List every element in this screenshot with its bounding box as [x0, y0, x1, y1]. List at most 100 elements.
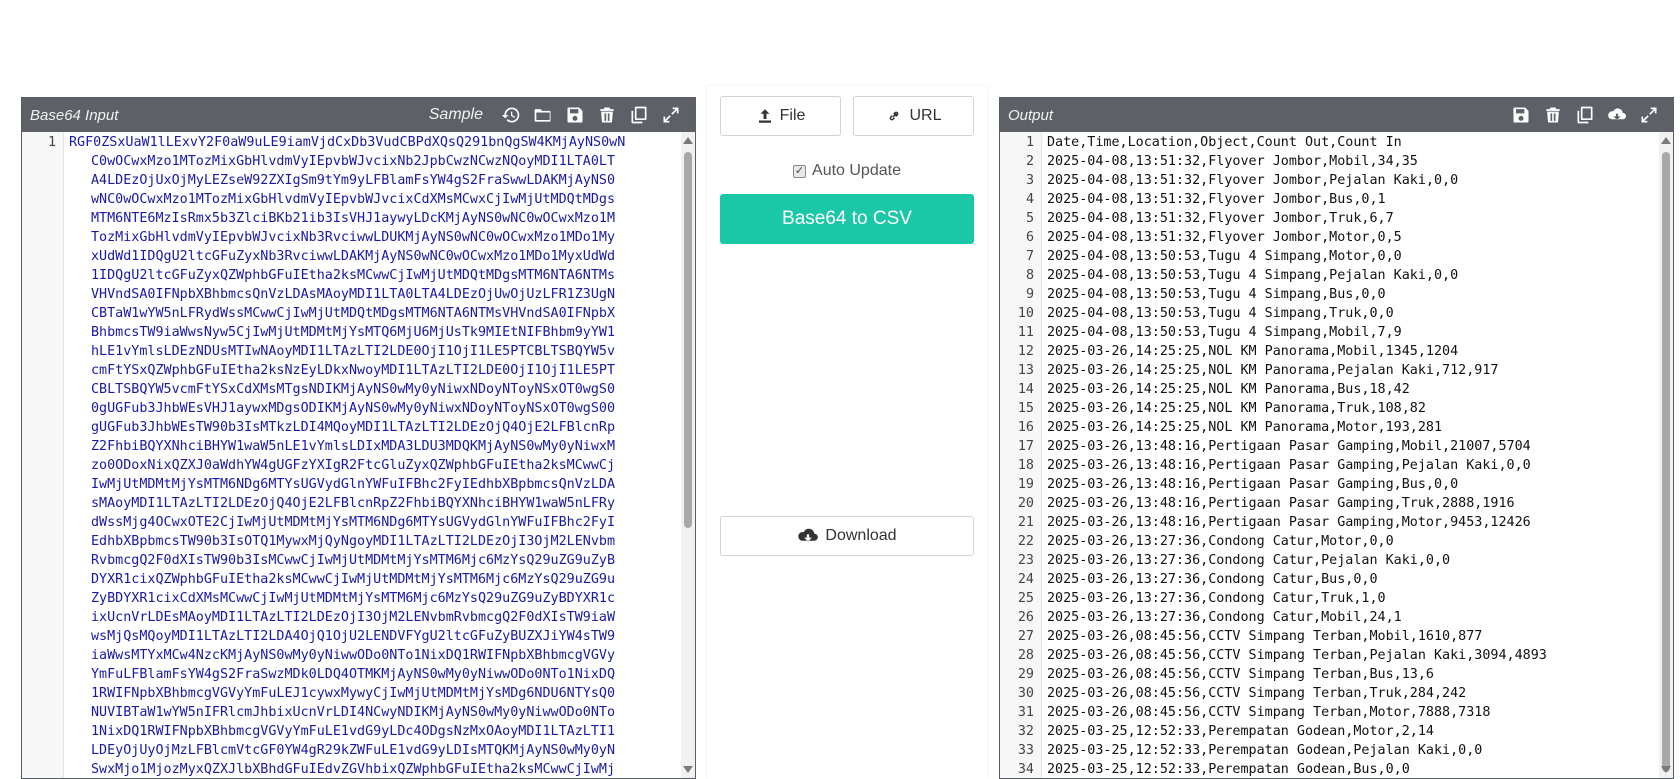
code-line: wNC0wOCwxMzo1MTozMixGbHlvdmVyIEpvbWJvcix… [91, 192, 616, 207]
line-number: 28 [1017, 648, 1034, 663]
line-number: 25 [1017, 591, 1034, 606]
csv-text-area[interactable]: Date,Time,Location,Object,Count Out,Coun… [1042, 132, 1659, 778]
csv-output-editor[interactable]: 1 2 3 4 5 6 7 8 9 10 11 12 13 14 15 16 17 18 19 20 21 22 23 24 2… [1000, 132, 1673, 778]
csv-line: 2025-03-26,13:48:16,Pertigaan Pasar Gamp… [1047, 477, 1459, 492]
code-line: RGF0ZSxUaW1lLExvY2F0aW9uLE9iamVjdCxDb3Vu… [69, 135, 626, 150]
line-number: 1 [1025, 135, 1034, 150]
save-icon[interactable] [1505, 100, 1537, 130]
line-number: 8 [1025, 268, 1034, 283]
input-scrollbar[interactable] [681, 132, 695, 778]
scroll-up-arrow[interactable] [1661, 137, 1671, 144]
line-number: 20 [1017, 496, 1034, 511]
line-number: 14 [1017, 382, 1034, 397]
csv-line: 2025-03-26,08:45:56,CCTV Simpang Terban,… [1047, 686, 1467, 701]
history-icon[interactable] [495, 100, 527, 130]
line-number: 23 [1017, 553, 1034, 568]
output-panel-header: Output [1000, 98, 1673, 132]
auto-update-option[interactable]: ✓ Auto Update [707, 162, 987, 180]
line-number: 5 [1025, 211, 1034, 226]
auto-update-checkbox[interactable]: ✓ [793, 164, 807, 178]
expand-icon[interactable] [655, 100, 687, 130]
copy-icon[interactable] [1569, 100, 1601, 130]
scroll-thumb[interactable] [684, 152, 692, 528]
line-number: 15 [1017, 401, 1034, 416]
line-number: 24 [1017, 572, 1034, 587]
scroll-down-arrow[interactable] [683, 766, 693, 773]
csv-line: 2025-04-08,13:50:53,Tugu 4 Simpang,Truk,… [1047, 306, 1394, 321]
code-line: ZyBDYXR1cixCdXMsMCwwCjIwMjUtMDMtMjYsMTM6… [91, 591, 616, 606]
line-number: 13 [1017, 363, 1034, 378]
code-line: VHVndSA0IFNpbXBhbmcsQnVzLDAsMAoyMDI1LTA0… [91, 287, 616, 302]
controls-column: File URL ✓ Auto Update Base64 to CSV Dow… [707, 86, 987, 779]
csv-line: 2025-03-26,13:27:36,Condong Catur,Mobil,… [1047, 610, 1402, 625]
base64-editor[interactable]: 1 RGF0ZSxUaW1lLExvY2F0aW9uLE9iamVjdCxDb3… [22, 132, 695, 778]
code-line: 1NixDQ1RWIFNpbXBhbmcgVGVyYmFuLE1vdG9yLDc… [91, 724, 616, 739]
code-line: DYXR1cixQZWphbGFuIEtha2ksMCwwCjIwMjUtMDM… [91, 572, 616, 587]
line-number: 34 [1017, 762, 1034, 777]
csv-line: 2025-04-08,13:51:32,Flyover Jombor,Mobil… [1047, 154, 1418, 169]
scroll-thumb[interactable] [1662, 152, 1670, 772]
download-button[interactable]: Download [720, 516, 974, 556]
code-line: hLE1vYmlsLDEzNDUsMTIwNAoyMDI1LTAzLTI2LDE… [91, 344, 616, 359]
csv-line: 2025-03-26,13:48:16,Pertigaan Pasar Gamp… [1047, 439, 1531, 454]
code-line: YmFuLFBlamFsYW4gS2FraSwzMDk0LDQ4OTMKMjAy… [91, 667, 616, 682]
code-line: IwMjUtMDMtMjYsMTM6NDg6MTYsUGVydGlnYWFuIF… [91, 477, 616, 492]
line-number: 16 [1017, 420, 1034, 435]
code-line: zo0ODoxNixQZXJ0aWdhYW4gUGFzYXIgR2FtcGluZ… [91, 458, 616, 473]
code-line: 0gUGFub3JhbWEsVHJ1aywxMDgsODIKMjAyNS0wMy… [91, 401, 616, 416]
output-panel-title: Output [1008, 106, 1054, 124]
trash-icon[interactable] [591, 100, 623, 130]
url-button[interactable]: URL [853, 96, 974, 136]
csv-line: 2025-04-08,13:51:32,Flyover Jombor,Pejal… [1047, 173, 1459, 188]
base64-text-area[interactable]: RGF0ZSxUaW1lLExvY2F0aW9uLE9iamVjdCxDb3Vu… [64, 132, 681, 778]
line-number: 6 [1025, 230, 1034, 245]
csv-line: 2025-03-26,13:27:36,Condong Catur,Pejala… [1047, 553, 1451, 568]
auto-update-label: Auto Update [812, 162, 901, 179]
expand-icon[interactable] [1633, 100, 1665, 130]
output-scrollbar[interactable] [1659, 132, 1673, 778]
copy-icon[interactable] [623, 100, 655, 130]
file-button-label: File [779, 107, 806, 124]
csv-line: 2025-03-26,13:27:36,Condong Catur,Motor,… [1047, 534, 1394, 549]
code-line: 1IDQgU2ltcGFuZyxQZWphbGFuIEtha2ksMCwwCjI… [91, 268, 616, 283]
trash-icon[interactable] [1537, 100, 1569, 130]
save-icon[interactable] [559, 100, 591, 130]
cloud-download-icon [798, 528, 819, 542]
line-number: 3 [1025, 173, 1034, 188]
scroll-down-arrow[interactable] [1661, 766, 1671, 773]
upload-icon [758, 109, 771, 123]
line-number-gutter: 1 2 3 4 5 6 7 8 9 10 11 12 13 14 15 16 17 18 19 20 21 22 23 24 2… [1000, 132, 1042, 778]
file-button[interactable]: File [720, 96, 841, 136]
folder-open-icon[interactable] [527, 100, 559, 130]
csv-line: 2025-03-26,08:45:56,CCTV Simpang Terban,… [1047, 629, 1483, 644]
code-line: A4LDEzOjUxOjMyLEZseW92ZXIgSm9tYm9yLFBlam… [91, 173, 616, 188]
csv-line: 2025-03-26,14:25:25,NOL KM Panorama,Moto… [1047, 420, 1443, 435]
line-number: 10 [1017, 306, 1034, 321]
line-number: 32 [1017, 724, 1034, 739]
code-line: LDEyOjUyOjMzLFBlcmVtcGF0YW4gR29kZWFuLE1v… [91, 743, 616, 758]
code-line: TozMixGbHlvdmVyIEpvbWJvcixNb3RvciwwLDUKM… [91, 230, 616, 245]
convert-button[interactable]: Base64 to CSV [720, 194, 974, 244]
sample-link[interactable]: Sample [429, 106, 483, 124]
code-line: BhbmcsTW9iaWwsNyw5CjIwMjUtMDMtMjYsMTQ6Mj… [91, 325, 616, 340]
code-line: wsMjQsMQoyMDI1LTAzLTI2LDA4OjQ1OjU2LENDVF… [91, 629, 616, 644]
input-panel-title: Base64 Input [30, 106, 119, 124]
csv-line: 2025-03-25,12:52:33,Perempatan Godean,Bu… [1047, 762, 1410, 777]
line-number: 9 [1025, 287, 1034, 302]
csv-line: 2025-03-26,14:25:25,NOL KM Panorama,Mobi… [1047, 344, 1459, 359]
code-line: iaWwsMTYxMCw4NzcKMjAyNS0wMy0yNiwwODo0NTo… [91, 648, 616, 663]
csv-line: 2025-03-25,12:52:33,Perempatan Godean,Pe… [1047, 743, 1483, 758]
base64-input-panel: Base64 Input Sample 1 RGF0ZSxUaW1lLExvY2… [21, 97, 696, 779]
cloud-download-icon[interactable] [1601, 100, 1633, 130]
scroll-up-arrow[interactable] [683, 137, 693, 144]
code-line: cmFtYSxQZWphbGFuIEtha2ksNzEyLDkxNwoyMDI1… [91, 363, 616, 378]
csv-line: Date,Time,Location,Object,Count Out,Coun… [1047, 135, 1402, 150]
csv-line: 2025-03-26,13:27:36,Condong Catur,Truk,1… [1047, 591, 1386, 606]
download-button-label: Download [825, 527, 897, 544]
code-line: 1RWIFNpbXBhbmcgVGVyYmFuLEJ1cywxMywyCjIwM… [91, 686, 616, 701]
csv-line: 2025-04-08,13:51:32,Flyover Jombor,Truk,… [1047, 211, 1394, 226]
code-line: EdhbXBpbmcsTW90b3IsOTQ1MywxMjQyNgoyMDI1L… [91, 534, 616, 549]
line-number: 2 [1025, 154, 1034, 169]
code-line: xUdWd1IDQgU2ltcGFuZyxNb3RvciwwLDAKMjAyNS… [91, 249, 616, 264]
csv-line: 2025-03-26,13:27:36,Condong Catur,Bus,0,… [1047, 572, 1378, 587]
